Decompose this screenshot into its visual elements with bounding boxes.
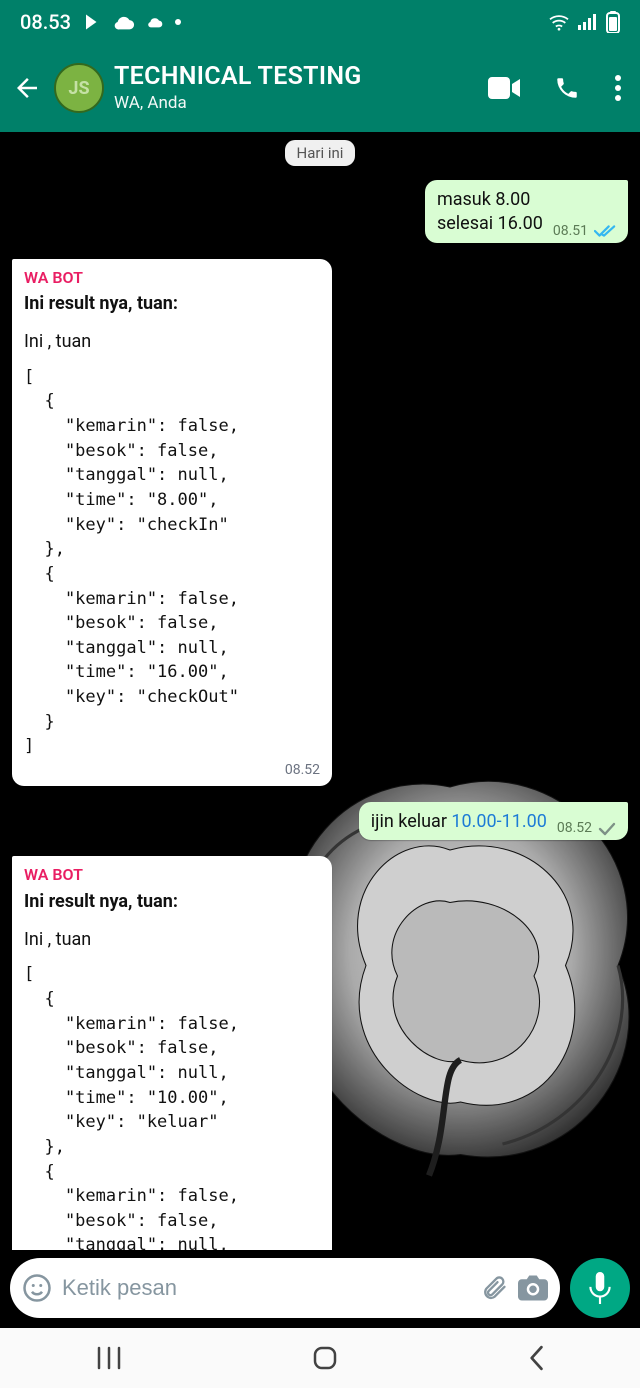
chat-subtitle: WA, Anda	[114, 94, 478, 113]
message-text: Ini , tuan	[24, 928, 320, 952]
message-input[interactable]	[62, 1275, 470, 1301]
chat-area[interactable]: Hari ini masuk 8.00 selesai 16.00 08.51	[0, 132, 640, 1250]
app-bar: JS TECHNICAL TESTING WA, Anda	[0, 44, 640, 132]
emoji-icon[interactable]	[22, 1273, 52, 1303]
video-call-icon[interactable]	[488, 77, 520, 99]
message-time: 08.51	[553, 222, 588, 241]
attachment-icon[interactable]	[480, 1274, 508, 1302]
more-menu-icon[interactable]	[614, 75, 622, 101]
composer	[0, 1250, 640, 1328]
message-text: masuk 8.00 selesai 16.00	[437, 188, 543, 237]
sent-tick-icon	[598, 822, 616, 836]
message-row: WA BOT Ini result nya, tuan: Ini , tuan …	[12, 259, 628, 786]
message-code: [ { "kemarin": false, "besok": false, "t…	[24, 365, 320, 759]
back-nav-button[interactable]	[527, 1345, 545, 1371]
message-bubble-out[interactable]: ijin keluar 10.00-11.00 08.52	[359, 802, 628, 840]
sender-name: WA BOT	[24, 267, 320, 289]
avatar-text: JS	[68, 78, 89, 99]
link-span[interactable]: 10.00-11.00	[451, 811, 546, 832]
chat-avatar[interactable]: JS	[54, 63, 104, 113]
sender-name: WA BOT	[24, 864, 320, 886]
composer-pill	[10, 1258, 560, 1318]
message-row: WA BOT Ini result nya, tuan: Ini , tuan …	[12, 856, 628, 1250]
message-time: 08.52	[285, 761, 320, 780]
clock-text: 08.53	[20, 10, 71, 34]
message-text: ijin keluar 10.00-11.00	[371, 810, 547, 834]
message-time: 08.52	[557, 819, 592, 838]
battery-icon	[606, 11, 620, 33]
mic-button[interactable]	[570, 1258, 630, 1318]
back-button[interactable]	[10, 58, 44, 118]
recents-button[interactable]	[95, 1346, 123, 1370]
cloud-icon	[113, 14, 135, 30]
read-ticks-icon	[594, 224, 616, 238]
message-bubble-out[interactable]: masuk 8.00 selesai 16.00 08.51	[425, 180, 628, 243]
chat-titles[interactable]: TECHNICAL TESTING WA, Anda	[114, 63, 478, 113]
message-row: masuk 8.00 selesai 16.00 08.51	[12, 180, 628, 243]
message-bold: Ini result nya, tuan:	[24, 292, 320, 316]
message-bubble-in[interactable]: WA BOT Ini result nya, tuan: Ini , tuan …	[12, 856, 332, 1250]
chat-title: TECHNICAL TESTING	[114, 63, 478, 91]
message-bubble-in[interactable]: WA BOT Ini result nya, tuan: Ini , tuan …	[12, 259, 332, 786]
wifi-icon	[548, 13, 570, 31]
camera-icon[interactable]	[518, 1275, 548, 1301]
signal-icon	[578, 14, 598, 30]
messages-scroll[interactable]: Hari ini masuk 8.00 selesai 16.00 08.51	[0, 132, 640, 1250]
message-row: ijin keluar 10.00-11.00 08.52	[12, 802, 628, 840]
status-bar: 08.53	[0, 0, 640, 44]
system-nav-bar	[0, 1328, 640, 1388]
message-code: [ { "kemarin": false, "besok": false, "t…	[24, 962, 320, 1250]
play-store-icon	[83, 13, 101, 31]
message-text: Ini , tuan	[24, 330, 320, 354]
message-bold: Ini result nya, tuan:	[24, 890, 320, 914]
voice-call-icon[interactable]	[554, 75, 580, 101]
dot-icon	[175, 19, 181, 25]
cloud-small-icon	[147, 16, 163, 28]
home-button[interactable]	[312, 1345, 338, 1371]
date-separator: Hari ini	[285, 140, 356, 166]
